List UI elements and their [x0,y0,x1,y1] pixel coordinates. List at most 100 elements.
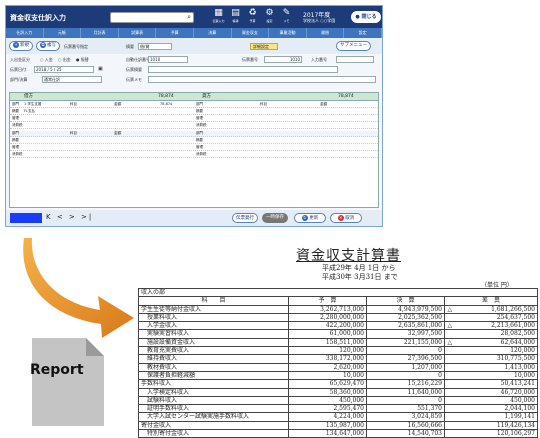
report-row: 維持費収入 338,172,000 27,396,500 310,775,500 [138,354,538,364]
report-row: 試験料収入 450,000 0 450,000 [138,395,538,406]
search-input[interactable]: ⌕ [110,12,194,23]
date-label: 伝票日付 [10,67,26,72]
journal-row[interactable]: 消費税 消費税 [10,152,378,158]
journal-row[interactable]: 部門 科目 金額 部門 [10,131,378,137]
section-row: 収入の部 [138,287,538,298]
ledger-icon: ▦ [214,8,223,18]
journal-row[interactable]: 管理 管理 [10,116,378,122]
fund-statement-report: 資金収支計算書 平成29年 4月 1日 から 平成30年 3月31日 まで （単… [136,238,540,438]
flow-arrow-icon [23,238,134,338]
cancel-button[interactable]: ✕ 取消 [330,213,362,223]
journal-entry-window: 資金収支仕訳入力 ⌕ ▦ 伝票入力 ▤ 帳簿 ♻ 予算 ⚙ 設定 ✎ メモ 2017年度 … [5,5,383,227]
slip-entry-tool[interactable]: ▦ 伝票入力 [211,8,226,23]
journal-row[interactable]: 摘要 FL支払 摘要 [10,109,378,115]
report-row: 手数料収入 65,629,470 15,216,229 50,413,241 [138,379,538,389]
close-icon: ● [355,14,360,20]
toolbar: + 新規 ⧉ 複写 伝票番号指定 摘要 借/貸 詳細設定 サブメニュー [6,38,382,54]
report-document-icon [32,338,104,426]
recycle-icon: ♻ [248,8,257,18]
cancel-icon: ✕ [337,215,344,221]
report-row: 特別寄付金収入 134,647,000 14,540,703 120,106,297 [138,429,538,438]
slip-no-field[interactable]: 1010 [264,56,302,63]
tab-settlement[interactable]: 決算 [194,28,232,38]
report-row: 教材費収入 2,620,000 1,207,000 1,413,000 [138,362,538,372]
report-title: 資金収支計算書 [296,248,401,264]
tab-balance[interactable]: 貸借 [307,28,345,38]
new-button[interactable]: + 新規 [9,41,33,51]
tab-activity[interactable]: 事業活動 [269,28,307,38]
memo-label: 伝票メモ [126,77,142,82]
pencil-icon: ✎ [282,8,291,18]
copy-button[interactable]: ⧉ 複写 [36,41,60,51]
report-row: 証明手数料収入 2,595,470 551,370 2,044,100 [138,404,538,414]
report-row: 施設設備資金収入 158,511,000 221,155,000 △ 62,644,00… [138,337,538,348]
dept-label: 部門/決算 [10,77,28,82]
report-row: 入学金収入 422,200,000 2,635,861,000 △ 2,213,661,… [138,321,538,331]
slip-number-link[interactable]: 伝票番号指定 [64,44,88,50]
memo-tool[interactable]: ✎ メモ [279,8,294,23]
print-slip-button[interactable]: 伝票発行 [232,213,258,223]
report-row: 保護者負担軽減額 10,000 0 10,000 [138,370,538,381]
settings-tool[interactable]: ⚙ 設定 [262,8,277,23]
date-field[interactable]: 2018 / 5 / 25 [34,66,94,73]
input-no-field[interactable] [336,56,374,63]
budget-tool[interactable]: ♻ 予算 [245,8,260,23]
submenu-button[interactable]: サブメニュー [336,41,371,51]
period-to: 平成30年 3月31日 まで [322,273,398,281]
dept-select[interactable]: 通常仕訳 [42,76,102,83]
journal-row[interactable]: 摘要 摘要 [10,138,378,144]
report-row: 大学入試センター試験実施手数料収入 4,224,000 3,024,859 1,199… [138,412,538,422]
book-icon: ▤ [231,8,240,18]
subject-select[interactable]: 借/貸 [138,43,172,50]
plus-icon: + [13,42,19,48]
radio-transfer[interactable]: ● 振替 [76,57,89,63]
update-icon: ↻ [301,215,308,221]
memo-field[interactable] [148,76,376,83]
temp-save-button[interactable]: 一時保存 [262,213,288,223]
tab-budget[interactable]: 予算 [156,28,194,38]
credit-header: 貸方 [202,94,211,99]
copy-icon: ⧉ [40,42,46,48]
journal-grid: 借方 78,874 貸方 78,874 部門 1 学生支援 科目 金額 78,874 部門… [9,92,379,208]
report-table: 収入の部 科 目 予 算 決 算 差 異 学生生徒等納付金収入 3,262,713… [138,287,538,438]
report-row: 授業料収入 2,280,000,000 2,025,362,500 254,637,5… [138,312,538,323]
radio-expense[interactable]: ○ 出金 [58,57,71,63]
journal-row[interactable]: 消費税 消費税 [10,123,378,129]
journal-row[interactable]: 管理 管理 [10,145,378,151]
journal-row[interactable]: 部門 1 学生支援 科目 金額 78,874 部門 科目 金額 [10,102,378,108]
journal-header: 借方 78,874 貸方 78,874 [10,93,378,101]
tab-monthly[interactable]: 月計表 [81,28,119,38]
auto-number-field[interactable]: 1010 [148,56,188,63]
detail-settings-button[interactable]: 詳細設定 [250,43,278,50]
status-indicator [10,213,42,223]
search-icon[interactable]: ⌕ [187,13,191,22]
book-tool[interactable]: ▤ 帳簿 [228,8,243,23]
summary-field[interactable] [148,66,338,73]
report-row: 入学検定料収入 58,360,000 11,640,000 46,720,000 [138,387,538,397]
update-button[interactable]: ↻ 更新 [294,213,326,223]
report-label: Report [30,362,84,378]
tab-journal[interactable]: 仕訳入力 [6,28,44,38]
in-out-label: 入出金区分 [10,57,30,62]
tab-trial-balance[interactable]: 試算表 [119,28,157,38]
title-bar: 資金収支仕訳入力 ⌕ ▦ 伝票入力 ▤ 帳簿 ♻ 予算 ⚙ 設定 ✎ メモ 2017年度 … [6,6,382,28]
tab-ledger[interactable]: 元帳 [44,28,82,38]
bottom-bar: K < > >| 伝票発行 一時保存 ↻ 更新 ✕ 取消 [6,210,382,226]
record-navigation[interactable]: K < > >| [46,213,93,221]
radio-income[interactable]: ○ 入金 [40,57,53,63]
header-row: 科 目 予 算 決 算 差 異 [138,296,538,306]
subject-label: 摘要 [126,44,134,49]
debit-header: 借方 [24,94,33,99]
auto-number-label: 自動仕訳番号 [126,57,150,62]
report-row: 教育充実費収入 120,000 0 120,000 [138,346,538,356]
tab-settings[interactable]: 設定 [344,28,382,38]
debit-total: 78,874 [158,94,174,99]
report-row: 寄付金収入 135,987,000 16,560,666 119,426,134 [138,420,538,431]
report-row: 実験実習料収入 61,000,000 32,997,500 28,082,500 [138,329,538,339]
summary-label: 伝票摘要 [126,67,142,72]
tab-fund[interactable]: 資金収支 [232,28,270,38]
window-title: 資金収支仕訳入力 [10,14,66,22]
close-button[interactable]: ● 閉じる [351,11,381,23]
organization-name: 学校法人 ○○学園 [303,18,336,23]
calendar-icon[interactable]: ▣ [98,66,103,72]
